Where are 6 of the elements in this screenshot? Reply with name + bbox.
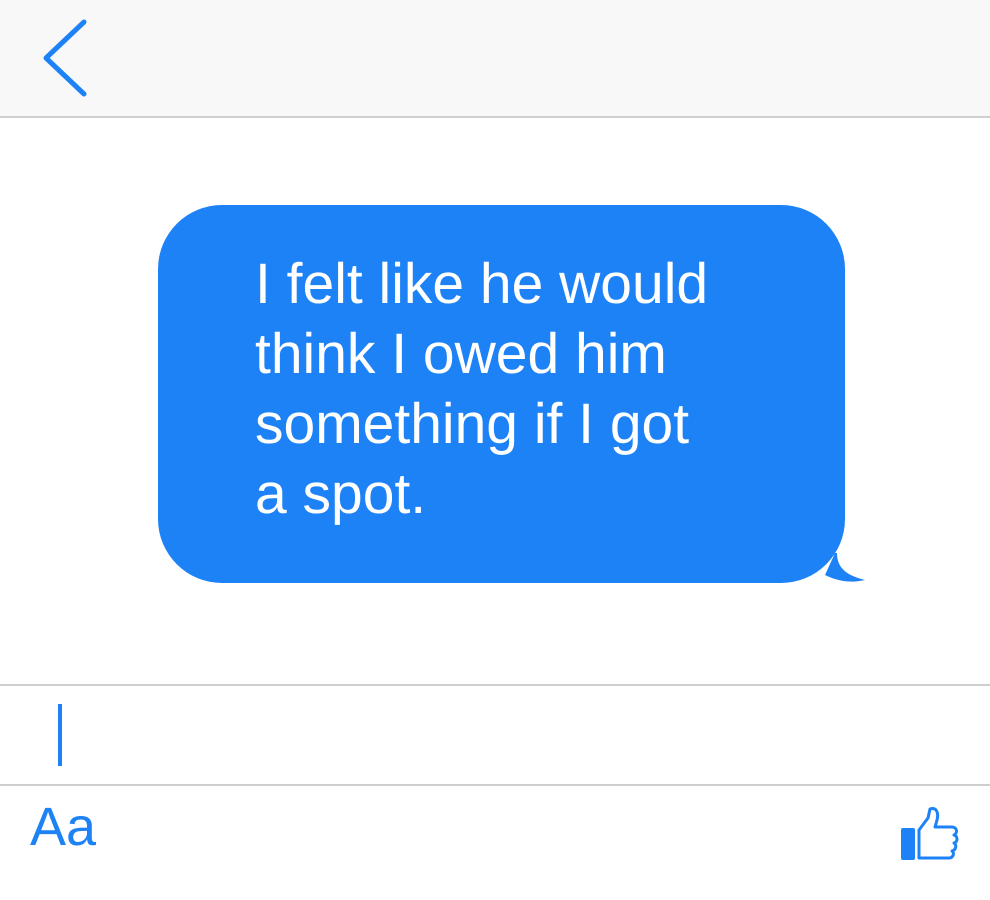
back-button[interactable] bbox=[42, 19, 88, 97]
message-text: I felt like he would think I owed him something if I got a spot. bbox=[255, 251, 710, 528]
format-button[interactable]: Aa bbox=[30, 796, 96, 858]
input-field[interactable] bbox=[0, 684, 990, 786]
thumbs-up-icon bbox=[900, 806, 960, 862]
text-cursor bbox=[58, 704, 62, 766]
